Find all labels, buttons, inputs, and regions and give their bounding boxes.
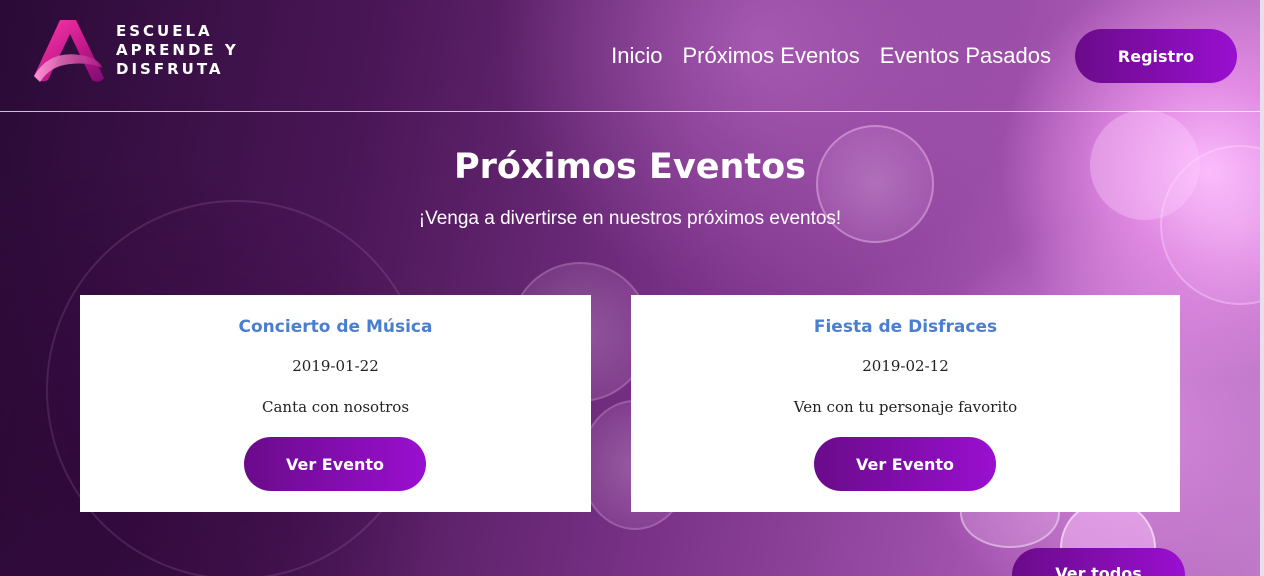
- event-title: Concierto de Música: [238, 317, 433, 337]
- event-card: Concierto de Música 2019-01-22 Canta con…: [80, 295, 591, 512]
- main-nav: Inicio Próximos Eventos Eventos Pasados …: [611, 29, 1237, 83]
- view-event-button[interactable]: Ver Evento: [814, 437, 996, 491]
- see-all-button[interactable]: Ver todos: [1012, 548, 1185, 576]
- event-date: 2019-02-12: [862, 357, 949, 375]
- nav-link-home[interactable]: Inicio: [611, 43, 662, 69]
- event-title: Fiesta de Disfraces: [813, 317, 998, 337]
- logo-text: ESCUELA APRENDE Y DISFRUTA: [116, 22, 246, 79]
- nav-link-upcoming-events[interactable]: Próximos Eventos: [682, 43, 859, 69]
- register-button[interactable]: Registro: [1075, 29, 1237, 83]
- site-logo[interactable]: ESCUELA APRENDE Y DISFRUTA: [30, 18, 240, 88]
- nav-link-past-events[interactable]: Eventos Pasados: [880, 43, 1051, 69]
- view-event-button[interactable]: Ver Evento: [244, 437, 426, 491]
- logo-line: DISFRUTA: [116, 60, 224, 78]
- event-date: 2019-01-22: [292, 357, 379, 375]
- page-subtitle: ¡Venga a divertirse en nuestros próximos…: [418, 208, 842, 229]
- logo-line: APRENDE Y: [116, 41, 239, 59]
- event-description: Canta con nosotros: [261, 398, 410, 416]
- event-description: Ven con tu personaje favorito: [793, 398, 1018, 416]
- event-card: Fiesta de Disfraces 2019-02-12 Ven con t…: [631, 295, 1180, 512]
- site-header: ESCUELA APRENDE Y DISFRUTA Inicio Próxim…: [0, 0, 1264, 112]
- letter-a-logo-icon: [34, 20, 104, 82]
- window-edge: [1260, 0, 1264, 576]
- page-title: Próximos Eventos: [453, 147, 807, 187]
- logo-line: ESCUELA: [116, 22, 213, 40]
